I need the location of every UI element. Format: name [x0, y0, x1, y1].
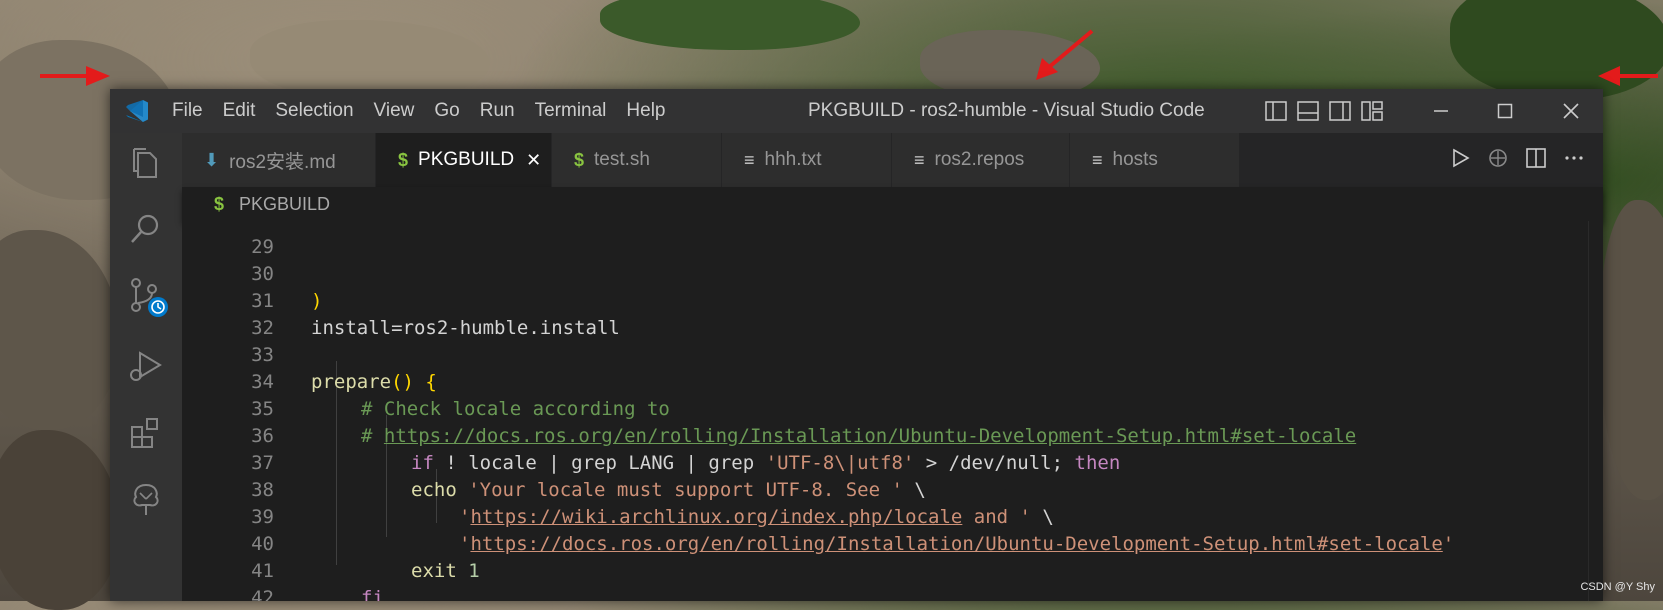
toggle-panel-icon[interactable]: [1297, 101, 1319, 121]
minimize-icon: [1434, 110, 1448, 112]
breadcrumb-file[interactable]: PKGBUILD: [239, 194, 330, 214]
tab-hosts[interactable]: ≡ hosts: [1070, 133, 1240, 187]
extensions-icon[interactable]: [126, 413, 166, 453]
code-line-42: 42: [182, 558, 1582, 601]
menu-terminal[interactable]: Terminal: [525, 89, 617, 133]
code-line-40: 40 exit 1: [182, 504, 1582, 582]
code-line-35: 35 # https://docs.ros.org/en/rolling/Ins…: [182, 369, 1582, 447]
close-icon: [1563, 103, 1579, 119]
customize-layout-icon[interactable]: [1361, 101, 1383, 121]
keyword-fi: fi: [361, 587, 384, 601]
breadcrumb[interactable]: $ PKGBUILD: [182, 187, 1603, 221]
background-rock: [1600, 200, 1663, 500]
close-tab-icon[interactable]: ✕: [526, 150, 541, 171]
maximize-icon: [1497, 103, 1513, 119]
code-line-34: 34 # Check locale according to: [182, 342, 1582, 420]
menu-bar: File Edit Selection View Go Run Terminal…: [162, 89, 676, 133]
tab-pkgbuild[interactable]: $ PKGBUILD ✕: [376, 133, 552, 187]
run-file-icon[interactable]: [1449, 147, 1471, 173]
text-lines-icon: ≡: [1092, 149, 1103, 170]
menu-file[interactable]: File: [162, 89, 213, 133]
code-line-31: 31 install=ros2-humble.install: [182, 261, 1582, 339]
tab-ros2-repos[interactable]: ≡ ros2.repos: [892, 133, 1070, 187]
code-line-39: 39 'https://docs.ros.org/en/rolling/Inst…: [182, 477, 1582, 555]
code-editor[interactable]: 29 30 ) 31 install=ros2-humble.install 3…: [182, 221, 1603, 601]
background-foliage: [600, 0, 860, 50]
vscode-logo-icon[interactable]: [122, 96, 152, 126]
menu-edit[interactable]: Edit: [213, 89, 266, 133]
tab-label: ros2.repos: [934, 149, 1025, 170]
red-arrow-right: [1598, 66, 1658, 86]
code-line-38: 38 'https://wiki.archlinux.org/index.php…: [182, 450, 1582, 528]
background-rock: [0, 430, 120, 610]
code-line-41: 41 fi: [182, 531, 1582, 601]
run-and-debug-icon[interactable]: [126, 345, 166, 385]
activity-bar: [110, 133, 182, 601]
layout-controls: [1265, 101, 1383, 121]
background-rock: [250, 20, 490, 100]
source-control-icon[interactable]: [126, 275, 168, 317]
menu-help[interactable]: Help: [616, 89, 675, 133]
menu-view[interactable]: View: [364, 89, 425, 133]
close-window-button[interactable]: [1539, 89, 1603, 133]
window-title: PKGBUILD - ros2-humble - Visual Studio C…: [808, 100, 1205, 121]
text-lines-icon: ≡: [914, 149, 925, 170]
maximize-button[interactable]: [1473, 89, 1537, 133]
code-line-36: 36 if ! locale | grep LANG | grep 'UTF-8…: [182, 396, 1582, 474]
tab-label: test.sh: [594, 149, 650, 170]
tab-test-sh[interactable]: $ test.sh: [552, 133, 722, 187]
red-arrow-left: [40, 66, 110, 86]
split-editor-icon[interactable]: [1525, 147, 1547, 173]
title-bar: File Edit Selection View Go Run Terminal…: [110, 89, 1603, 133]
code-line-33: 33 prepare() {: [182, 315, 1582, 393]
dollar-icon: $: [214, 194, 225, 214]
markdown-icon: ⬇: [204, 149, 220, 170]
tab-label: ros2安装.md: [229, 151, 336, 173]
tab-label: hosts: [1112, 149, 1158, 170]
toggle-primary-sidebar-icon[interactable]: [1265, 101, 1287, 121]
text-lines-icon: ≡: [744, 149, 755, 170]
code-line-29: 29: [182, 221, 1582, 258]
menu-selection[interactable]: Selection: [265, 89, 363, 133]
red-arrow-top: [1036, 29, 1094, 80]
dollar-icon: $: [574, 149, 585, 170]
watermark: CSDN @Y Shy: [1580, 581, 1655, 593]
line-number: 42: [251, 587, 274, 601]
vscode-window: File Edit Selection View Go Run Terminal…: [110, 89, 1603, 601]
code-line-30: 30 ): [182, 234, 1582, 312]
editor-actions: [1449, 147, 1585, 173]
background-rock: [0, 230, 120, 430]
tab-label: PKGBUILD: [418, 149, 515, 170]
menu-run[interactable]: Run: [470, 89, 525, 133]
tab-hhh-txt[interactable]: ≡ hhh.txt: [722, 133, 892, 187]
minimize-button[interactable]: [1409, 89, 1473, 133]
debug-icon[interactable]: [1487, 147, 1509, 173]
tab-ros2-install-md[interactable]: ⬇ ros2安装.md: [182, 133, 376, 187]
tab-label: hhh.txt: [764, 149, 822, 170]
explorer-icon[interactable]: [126, 143, 166, 183]
code-line-37: 37 echo 'Your locale must support UTF-8.…: [182, 423, 1582, 501]
editor-tab-bar: ⬇ ros2安装.md $ PKGBUILD ✕ $ test.sh ≡ hhh…: [182, 133, 1603, 187]
editor-scrollbar[interactable]: [1588, 221, 1603, 601]
search-icon[interactable]: [126, 209, 166, 249]
dollar-icon: $: [398, 149, 409, 170]
toggle-secondary-sidebar-icon[interactable]: [1329, 101, 1351, 121]
remote-explorer-tree-icon[interactable]: [126, 479, 166, 519]
code-line-32: 32: [182, 288, 1582, 339]
more-actions-icon[interactable]: [1563, 147, 1585, 173]
menu-go[interactable]: Go: [424, 89, 469, 133]
